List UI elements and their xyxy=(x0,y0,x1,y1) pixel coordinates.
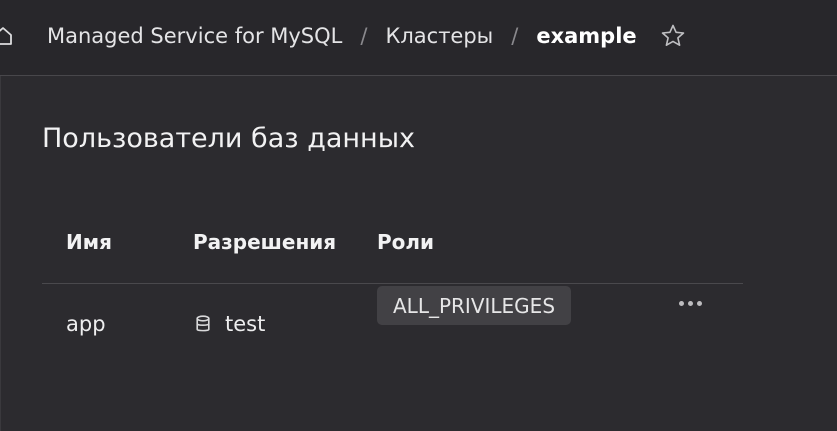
top-header: Managed Service for MySQL / Кластеры / e… xyxy=(0,0,837,76)
more-horizontal-icon xyxy=(678,300,684,306)
star-outline-icon[interactable] xyxy=(659,22,687,50)
permission-database: test xyxy=(225,312,266,336)
table-header: Имя Разрешения Роли xyxy=(42,226,743,284)
more-horizontal-icon xyxy=(687,300,693,306)
home-icon[interactable] xyxy=(0,26,13,46)
more-horizontal-icon xyxy=(696,300,702,306)
breadcrumb-current-cluster: example xyxy=(536,24,637,48)
permission-cell: test xyxy=(195,312,265,336)
role-badge: ALL_PRIVILEGES xyxy=(377,286,572,325)
breadcrumb-clusters-link[interactable]: Кластеры xyxy=(385,24,493,48)
breadcrumb-service-link[interactable]: Managed Service for MySQL xyxy=(47,24,342,48)
database-users-table: Имя Разрешения Роли app test ALL_PRIVILE… xyxy=(42,226,743,370)
column-permissions-header: Разрешения xyxy=(193,230,337,254)
user-name: app xyxy=(66,312,106,336)
row-actions-button[interactable] xyxy=(670,287,710,319)
page-title: Пользователи баз данных xyxy=(42,123,416,154)
table-row: app test ALL_PRIVILEGES xyxy=(42,284,743,370)
breadcrumb-separator: / xyxy=(511,24,519,48)
database-icon xyxy=(196,315,210,332)
breadcrumb-separator: / xyxy=(360,24,368,48)
main-content: Пользователи баз данных Имя Разрешения Р… xyxy=(0,76,837,431)
column-roles-header: Роли xyxy=(377,230,435,254)
column-name-header: Имя xyxy=(66,230,112,254)
breadcrumb: Managed Service for MySQL / Кластеры / e… xyxy=(47,22,687,50)
